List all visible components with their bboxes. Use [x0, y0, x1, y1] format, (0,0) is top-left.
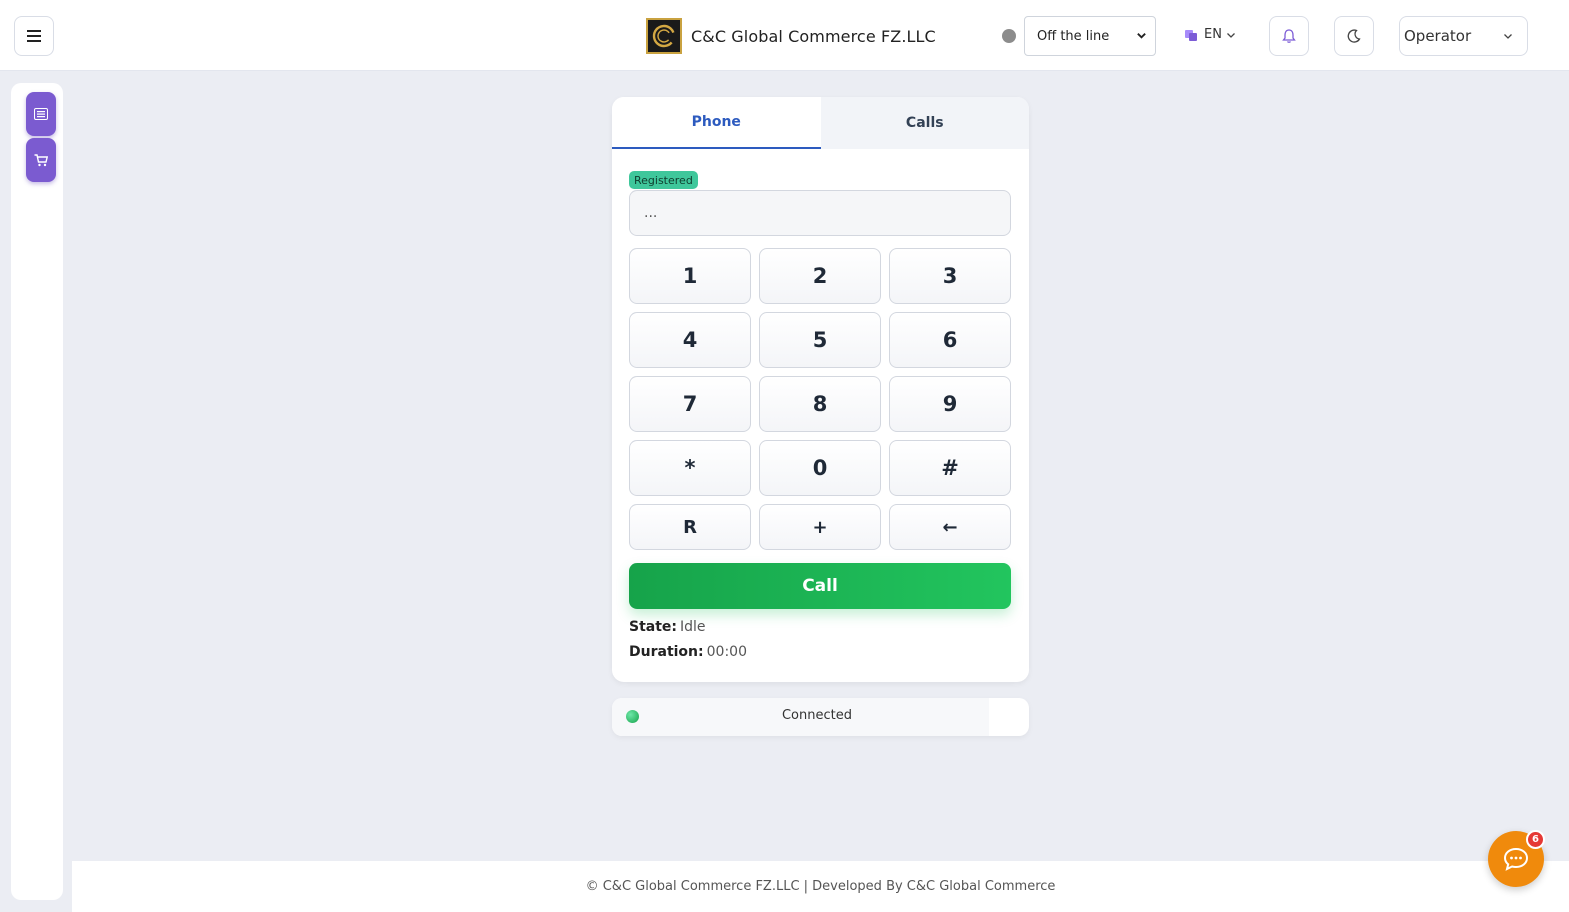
call-state-label: State:	[629, 619, 678, 635]
chat-bubble-icon	[1503, 847, 1529, 871]
language-label: EN	[1204, 27, 1222, 42]
keypad-key-hash[interactable]: #	[889, 440, 1011, 496]
footer-copyright: © C&C Global Commerce FZ.LLC | Developed…	[585, 879, 1056, 894]
sidebar	[11, 83, 63, 900]
list-icon	[34, 108, 48, 120]
menu-toggle-button[interactable]	[14, 16, 54, 56]
keypad-key-backspace[interactable]: ←	[889, 504, 1011, 550]
footer: © C&C Global Commerce FZ.LLC | Developed…	[72, 861, 1569, 912]
softphone-tabs: Phone Calls	[612, 97, 1029, 149]
keypad-key-5[interactable]: 5	[759, 312, 881, 368]
presence-status-dot	[1002, 29, 1016, 43]
company-logo	[646, 18, 682, 54]
keypad-key-8[interactable]: 8	[759, 376, 881, 432]
keypad-key-1[interactable]: 1	[629, 248, 751, 304]
keypad-key-6[interactable]: 6	[889, 312, 1011, 368]
top-navbar: C&C Global Commerce FZ.LLC Off the line …	[0, 0, 1569, 71]
dial-number-value: ...	[644, 205, 658, 221]
keypad-key-7[interactable]: 7	[629, 376, 751, 432]
user-role-label: Operator	[1404, 27, 1472, 45]
language-switcher[interactable]: EN	[1184, 27, 1236, 42]
notifications-button[interactable]	[1269, 16, 1309, 56]
connection-status-bar: Connected	[612, 698, 1029, 736]
company-name: C&C Global Commerce FZ.LLC	[691, 26, 936, 46]
keypad-key-0[interactable]: 0	[759, 440, 881, 496]
call-duration: Duration: 00:00	[629, 644, 747, 660]
connection-status-text: Connected	[781, 708, 852, 723]
keypad-key-plus[interactable]: +	[759, 504, 881, 550]
keypad-key-star[interactable]: *	[629, 440, 751, 496]
chevron-down-icon	[1504, 34, 1512, 39]
keypad-key-redial[interactable]: R	[629, 504, 751, 550]
softphone-card: Phone Calls Registered ... 1 2 3 4 5 6 7 8 9 * 0 # R…	[612, 97, 1029, 682]
translate-icon	[1185, 29, 1197, 41]
tab-calls[interactable]: Calls	[820, 97, 1029, 149]
sidebar-item-cart[interactable]	[26, 138, 56, 182]
sidebar-item-list[interactable]	[26, 92, 56, 136]
cart-icon	[34, 153, 48, 166]
registration-badge: Registered	[629, 171, 698, 189]
presence-status-value: Off the line	[1037, 28, 1110, 44]
bell-icon	[1282, 29, 1296, 43]
call-duration-label: Duration:	[629, 644, 704, 660]
keypad-key-4[interactable]: 4	[629, 312, 751, 368]
call-button[interactable]: Call	[629, 563, 1011, 609]
call-state: State: Idle	[629, 619, 706, 635]
keypad-key-3[interactable]: 3	[889, 248, 1011, 304]
presence-status-select[interactable]: Off the line	[1024, 16, 1156, 56]
moon-icon	[1347, 29, 1361, 43]
theme-toggle-button[interactable]	[1334, 16, 1374, 56]
hamburger-icon	[27, 30, 41, 42]
keypad-key-2[interactable]: 2	[759, 248, 881, 304]
call-state-value: Idle	[680, 619, 706, 635]
chat-unread-badge: 6	[1526, 830, 1545, 849]
call-duration-value: 00:00	[706, 644, 747, 660]
chevron-down-icon	[1226, 32, 1235, 38]
chevron-down-icon	[1137, 33, 1146, 39]
brand[interactable]: C&C Global Commerce FZ.LLC	[646, 18, 936, 54]
keypad-key-9[interactable]: 9	[889, 376, 1011, 432]
tab-phone[interactable]: Phone	[612, 97, 821, 149]
dial-number-input[interactable]: ...	[629, 190, 1011, 236]
user-menu-button[interactable]: Operator	[1399, 16, 1528, 56]
